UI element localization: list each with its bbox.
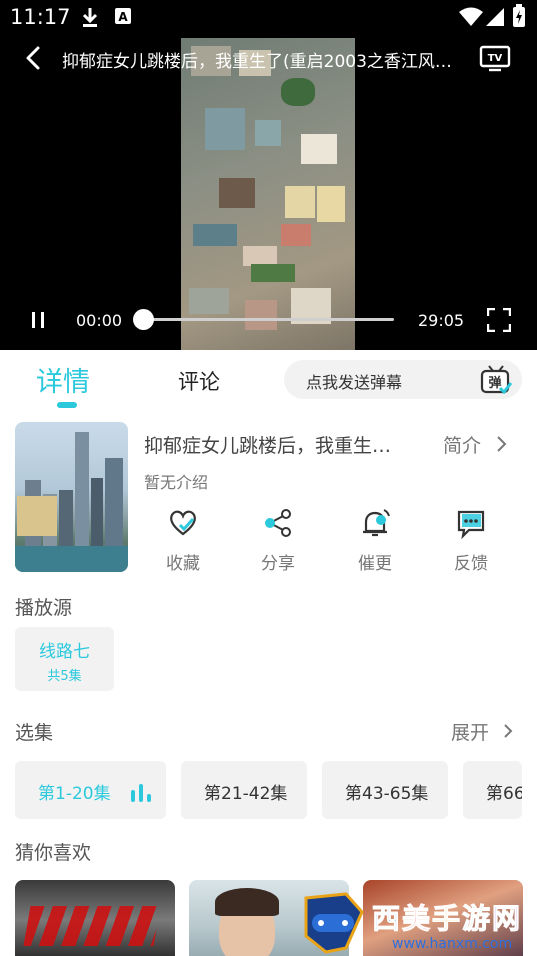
- episode-range-2[interactable]: 第21-42集: [181, 761, 307, 819]
- episode-range-label: 第66: [486, 784, 522, 804]
- svg-text:网: 网: [492, 902, 520, 935]
- fullscreen-icon[interactable]: [487, 308, 511, 332]
- svg-text:西: 西: [372, 902, 400, 935]
- pause-icon[interactable]: [28, 310, 48, 330]
- status-time: 11:17: [10, 5, 71, 29]
- recommend-card-1[interactable]: [15, 880, 175, 956]
- seek-bar[interactable]: [142, 318, 394, 321]
- site-watermark-logo: 西 美 手 游 网 www.hanxm.com: [304, 892, 521, 954]
- tab-comment[interactable]: 评论: [178, 366, 220, 396]
- tab-detail[interactable]: 详情: [36, 360, 90, 399]
- episode-range-3[interactable]: 第43-65集: [322, 761, 448, 819]
- video-title: 抑郁症女儿跳楼后，我重生了(重启2003之香江风…: [62, 52, 452, 72]
- danmu-input[interactable]: 点我发送弹幕 弹: [284, 360, 522, 399]
- feedback-icon: [457, 510, 485, 539]
- player-top-bar: 抑郁症女儿跳楼后，我重生了(重启2003之香江风… TV: [0, 38, 537, 78]
- chevron-right-icon[interactable]: [494, 434, 508, 454]
- current-time: 00:00: [76, 311, 123, 330]
- source-name: 线路七: [39, 642, 90, 662]
- svg-text:手: 手: [432, 902, 460, 935]
- danmu-placeholder: 点我发送弹幕: [306, 373, 403, 392]
- wifi-icon: [459, 7, 483, 26]
- favorite-label: 收藏: [166, 554, 200, 574]
- tv-cast-icon[interactable]: TV: [479, 44, 511, 72]
- bell-icon: [363, 509, 390, 537]
- share-icon: [265, 509, 291, 537]
- svg-text:www.hanxm.com: www.hanxm.com: [392, 936, 512, 952]
- urge-update-label: 催更: [358, 554, 392, 574]
- signal-icon: [486, 8, 504, 26]
- episode-range-4[interactable]: 第66: [463, 761, 522, 819]
- svg-text:A: A: [118, 10, 128, 24]
- svg-text:游: 游: [462, 902, 490, 935]
- player-controls: 00:00 29:05: [0, 300, 537, 340]
- battery-charging-icon: [513, 4, 525, 27]
- episode-range-label: 第21-42集: [204, 784, 288, 804]
- download-icon: [82, 8, 98, 27]
- svg-text:TV: TV: [488, 53, 503, 64]
- poster-art: [23, 906, 161, 946]
- detail-tabs: 详情 评论 点我发送弹幕 弹: [0, 352, 537, 414]
- share-button[interactable]: 分享: [238, 505, 318, 575]
- intro-text: 暂无介绍: [144, 473, 209, 492]
- source-episode-count: 共5集: [47, 669, 82, 684]
- feedback-label: 反馈: [454, 554, 488, 574]
- intro-link[interactable]: 简介: [443, 431, 481, 458]
- seek-handle[interactable]: [133, 309, 154, 330]
- share-label: 分享: [261, 554, 295, 574]
- status-bar: 11:17 A: [0, 0, 537, 36]
- source-option[interactable]: 线路七 共5集: [15, 627, 114, 691]
- expand-episodes-link[interactable]: 展开: [451, 718, 489, 745]
- episode-range-label: 第43-65集: [345, 784, 429, 804]
- a-notification-icon: A: [115, 8, 131, 24]
- tab-active-indicator: [57, 402, 77, 408]
- poster-hair: [215, 888, 279, 916]
- favorite-button[interactable]: 收藏: [143, 505, 223, 575]
- feedback-button[interactable]: 反馈: [431, 505, 511, 575]
- show-title: 抑郁症女儿跳楼后，我重生…: [144, 435, 392, 457]
- source-heading: 播放源: [15, 597, 73, 619]
- chevron-right-icon[interactable]: [502, 722, 514, 740]
- svg-text:美: 美: [402, 902, 430, 935]
- episode-range-label: 第1-20集: [38, 784, 111, 804]
- recommend-heading: 猜你喜欢: [15, 842, 92, 864]
- episodes-heading: 选集: [15, 722, 54, 744]
- heart-icon: [170, 510, 196, 536]
- back-arrow-icon[interactable]: [20, 44, 48, 72]
- danmu-tv-icon[interactable]: 弹: [480, 364, 512, 396]
- episode-range-1[interactable]: 第1-20集: [15, 761, 166, 819]
- urge-update-button[interactable]: 催更: [335, 505, 415, 575]
- playing-bars-icon: [131, 784, 151, 802]
- duration: 29:05: [418, 311, 465, 330]
- show-poster[interactable]: [15, 422, 128, 572]
- video-player[interactable]: 11:17 A 抑郁症女儿跳楼后，我重生了(重启2003之香江风… TV 00:…: [0, 0, 537, 350]
